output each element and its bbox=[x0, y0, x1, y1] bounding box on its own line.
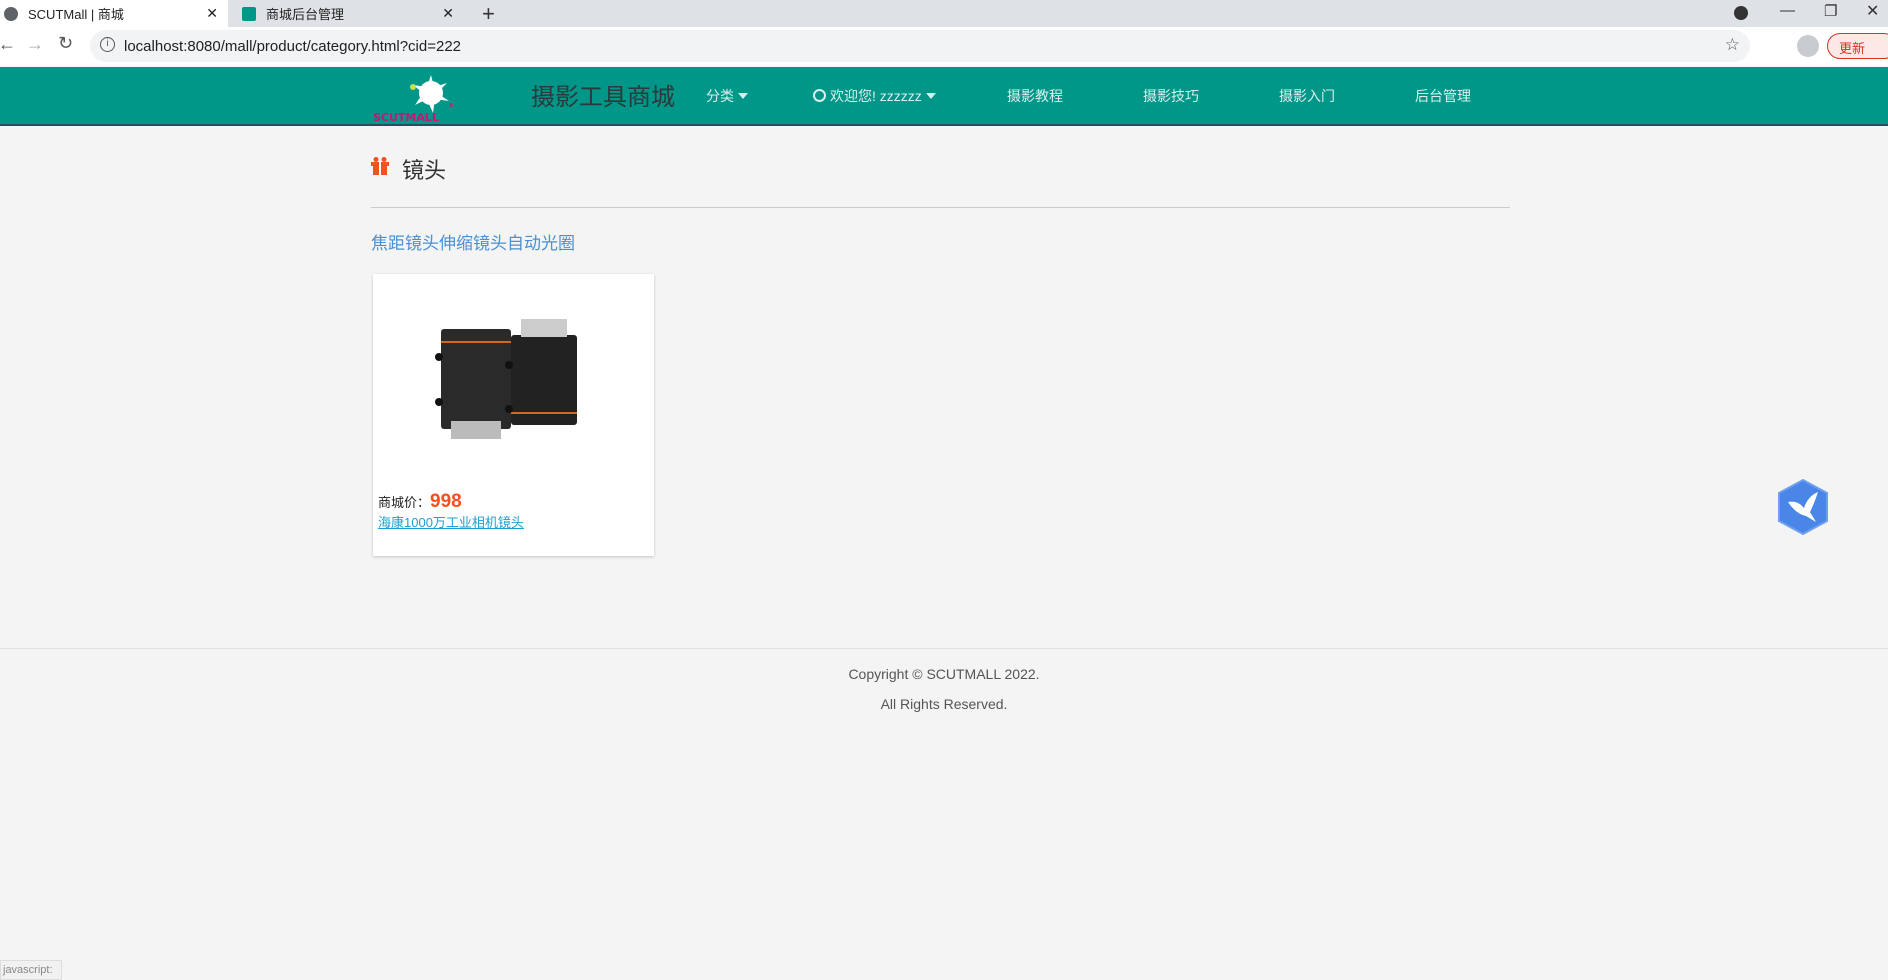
site-logo[interactable]: SCUTMALL bbox=[371, 67, 456, 124]
close-window-button[interactable]: ✕ bbox=[1866, 1, 1879, 21]
nav-tutorial[interactable]: 摄影教程 bbox=[1007, 67, 1063, 124]
footer-copyright: Copyright © SCUTMALL 2022. bbox=[848, 666, 1040, 682]
update-button[interactable]: 更新 bbox=[1827, 33, 1888, 59]
price-label: 商城价： bbox=[378, 495, 431, 510]
nav-category[interactable]: 分类 bbox=[706, 67, 748, 124]
caret-down-icon bbox=[738, 92, 748, 99]
divider bbox=[371, 207, 1510, 208]
nav-label: 欢迎您! zzzzzz bbox=[830, 87, 922, 104]
back-icon[interactable]: ← bbox=[0, 34, 16, 55]
profile-avatar[interactable] bbox=[1797, 35, 1819, 57]
url-input[interactable]: i localhost:8080/mall/product/category.h… bbox=[90, 30, 1750, 62]
close-tab-icon[interactable]: ✕ bbox=[206, 5, 218, 22]
address-toolbar: ← → ↻ i localhost:8080/mall/product/cate… bbox=[0, 27, 1888, 66]
product-card[interactable]: 商城价：998 海康1000万工业相机镜头 bbox=[373, 274, 654, 556]
category-title: 镜头 bbox=[402, 158, 447, 183]
tab-title: 商城后台管理 bbox=[266, 7, 345, 22]
tab-scutmall[interactable]: SCUTMall | 商城 ✕ bbox=[0, 0, 228, 27]
new-tab-button[interactable]: + bbox=[482, 1, 495, 27]
globe-icon bbox=[4, 6, 18, 21]
minimize-button[interactable]: — bbox=[1780, 2, 1795, 19]
bag-icon bbox=[242, 6, 256, 21]
product-name-link[interactable]: 海康1000万工业相机镜头 bbox=[378, 512, 524, 531]
footer-rights: All Rights Reserved. bbox=[880, 696, 1008, 712]
site-header: SCUTMALL 摄影工具商城 分类 欢迎您! zzzzzz 摄影教程 摄影技巧… bbox=[0, 67, 1888, 126]
gift-icon bbox=[371, 157, 389, 175]
close-tab-icon[interactable]: ✕ bbox=[442, 5, 454, 22]
tab-bar: SCUTMall | 商城 ✕ 商城后台管理 ✕ + — ❐ ✕ bbox=[0, 0, 1888, 27]
status-bar: javascript: bbox=[0, 960, 62, 980]
price-value: 998 bbox=[430, 491, 462, 512]
tab-search-icon[interactable] bbox=[1734, 6, 1748, 20]
footer-divider bbox=[0, 648, 1888, 649]
svg-text:SCUTMALL: SCUTMALL bbox=[373, 111, 439, 124]
logo-splash-icon: SCUTMALL bbox=[373, 75, 453, 124]
floating-bird-app-icon[interactable] bbox=[1776, 478, 1830, 536]
nav-admin[interactable]: 后台管理 bbox=[1415, 67, 1471, 124]
product-image[interactable] bbox=[433, 319, 584, 441]
nav-user-menu[interactable]: 欢迎您! zzzzzz bbox=[813, 67, 936, 124]
reload-icon[interactable]: ↻ bbox=[58, 33, 73, 54]
tab-title: SCUTMall | 商城 bbox=[28, 7, 124, 22]
nav-label: 分类 bbox=[706, 87, 734, 104]
url-text: localhost:8080/mall/product/category.htm… bbox=[124, 37, 462, 55]
caret-down-icon bbox=[925, 92, 936, 99]
bookmark-star-icon[interactable]: ☆ bbox=[1725, 35, 1740, 55]
subcategory-link[interactable]: 焦距镜头伸缩镜头自动光圈 bbox=[371, 229, 575, 254]
nav-intro[interactable]: 摄影入门 bbox=[1279, 67, 1335, 124]
restore-button[interactable]: ❐ bbox=[1824, 2, 1837, 20]
tab-admin[interactable]: 商城后台管理 ✕ bbox=[232, 0, 464, 27]
user-icon bbox=[813, 89, 826, 102]
site-title: 摄影工具商城 bbox=[531, 84, 675, 111]
price-row: 商城价：998 bbox=[378, 491, 462, 513]
nav-skills[interactable]: 摄影技巧 bbox=[1143, 67, 1199, 124]
info-icon[interactable]: i bbox=[100, 37, 115, 52]
forward-icon[interactable]: → bbox=[26, 34, 44, 55]
